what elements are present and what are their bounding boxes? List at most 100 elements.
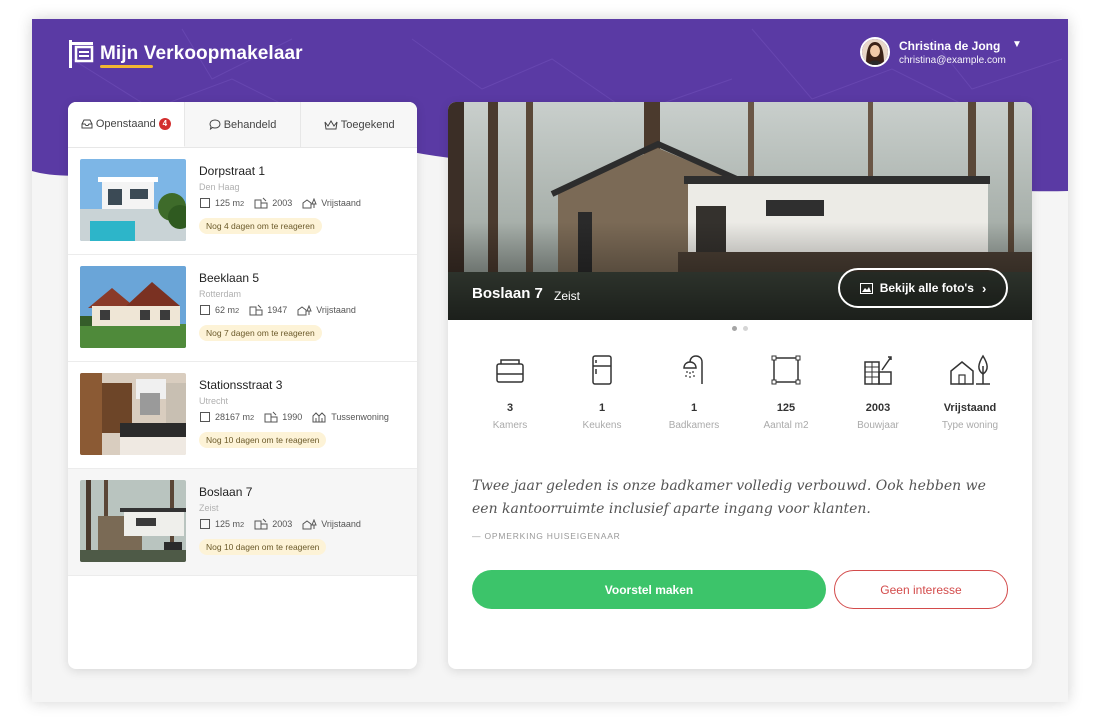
- listing-photo: [80, 159, 186, 241]
- listing-detail: Boslaan 7 Zeist Bekijk alle foto's › 3 K…: [448, 102, 1032, 669]
- list-item[interactable]: Stationsstraat 3 Utrecht 28167 m2 1990 T…: [68, 362, 417, 469]
- carousel-dot[interactable]: [732, 326, 737, 331]
- list-item[interactable]: Beeklaan 5 Rotterdam 62 m2 1947 Vrijstaa…: [68, 255, 417, 362]
- listing-type: Vrijstaand: [302, 518, 361, 530]
- year-value: 2003: [272, 519, 293, 529]
- tab-openstaand[interactable]: Openstaand 4: [68, 102, 185, 147]
- year-value: 2003: [272, 198, 293, 208]
- tab-behandeld[interactable]: Behandeld: [184, 102, 302, 147]
- area-unit: 2: [240, 519, 245, 529]
- listing-area: 125 m2: [199, 197, 244, 209]
- listing-city: Rotterdam: [199, 289, 242, 299]
- no-interest-button[interactable]: Geen interesse: [834, 570, 1008, 609]
- building-year-icon: [254, 197, 268, 209]
- feature-value: Vrijstaand: [943, 402, 997, 414]
- listing-title: Boslaan 7: [199, 485, 253, 499]
- listing-year: 2003: [254, 518, 292, 530]
- type-value: Vrijstaand: [321, 519, 361, 529]
- area-value: 62 m: [215, 305, 236, 315]
- deadline-badge: Nog 10 dagen om te reageren: [199, 432, 327, 448]
- caret-down-icon[interactable]: ▼: [1012, 39, 1022, 50]
- house-tree-icon: [924, 352, 1016, 388]
- tab-toegekend[interactable]: Toegekend: [301, 102, 417, 147]
- tab-label: Behandeld: [223, 118, 277, 131]
- listing-meta: 125 m2 2003 Vrijstaand: [199, 197, 371, 209]
- chevron-right-icon: ›: [981, 280, 987, 296]
- view-all-photos-label: Bekijk alle foto's: [879, 281, 974, 295]
- listing-area: 62 m2: [199, 304, 239, 316]
- make-proposal-button[interactable]: Voorstel maken: [472, 570, 826, 609]
- feature-label: Aantal m2: [763, 420, 809, 431]
- listing-type: Tussenwoning: [312, 411, 389, 423]
- area-icon: [200, 305, 210, 315]
- user-menu[interactable]: Christina de Jong christina@example.com …: [860, 37, 1022, 67]
- tab-label: Toegekend: [340, 118, 395, 131]
- building-year-icon: [254, 518, 268, 530]
- shower-icon: [648, 352, 740, 388]
- area-value: 28167 m: [215, 412, 251, 422]
- listing-type: Vrijstaand: [297, 304, 356, 316]
- area-unit: 2: [250, 412, 255, 422]
- avatar: [860, 37, 890, 67]
- fridge-icon: [556, 352, 648, 388]
- carousel-dot[interactable]: [743, 326, 748, 331]
- house-tree-icon: [297, 304, 312, 315]
- listing-type: Vrijstaand: [302, 197, 361, 209]
- feature-label: Badkamers: [668, 420, 720, 431]
- list-item[interactable]: Dorpstraat 1 Den Haag 125 m2 2003 Vrijst…: [68, 148, 417, 255]
- feature-keukens: 1 Keukens: [556, 352, 648, 431]
- sign-icon: [68, 39, 94, 69]
- listing-photo: [80, 266, 186, 348]
- listing-meta: 62 m2 1947 Vrijstaand: [199, 304, 366, 316]
- listing-title: Dorpstraat 1: [199, 164, 266, 178]
- area-icon: [200, 519, 210, 529]
- feature-label: Kamers: [492, 420, 528, 431]
- area-value: 125 m: [215, 198, 241, 208]
- user-name: Christina de Jong: [899, 38, 1001, 53]
- type-value: Vrijstaand: [316, 305, 356, 315]
- listing-meta: 125 m2 2003 Vrijstaand: [199, 518, 371, 530]
- inbox-icon: [81, 119, 93, 129]
- type-value: Tussenwoning: [331, 412, 389, 422]
- bed-icon: [464, 352, 556, 388]
- building-year-icon: [264, 411, 278, 423]
- listing-tabs: Openstaand 4 Behandeld Toegekend: [68, 102, 417, 148]
- feature-value: 2003: [865, 402, 891, 414]
- feature-oppervlakte: 125 Aantal m2: [740, 352, 832, 431]
- app-window: Mijn Verkoopmakelaar Christina de Jong c…: [32, 19, 1068, 702]
- tab-label: Openstaand: [95, 118, 156, 130]
- list-item[interactable]: Boslaan 7 Zeist 125 m2 2003 Vrijstaand N…: [68, 469, 417, 576]
- area-icon: [200, 412, 210, 422]
- detail-title: Boslaan 7: [472, 285, 543, 302]
- listings-panel: Openstaand 4 Behandeld Toegekend Dorpstr…: [68, 102, 417, 669]
- area-unit: 2: [235, 305, 240, 315]
- detail-city: Zeist: [554, 289, 581, 303]
- logo-underline: [100, 65, 153, 68]
- deadline-badge: Nog 4 dagen om te reageren: [199, 218, 322, 234]
- area-value: 125 m: [215, 519, 241, 529]
- listing-hero-photo[interactable]: Boslaan 7 Zeist Bekijk alle foto's ›: [448, 102, 1032, 320]
- row-houses-icon: [312, 411, 326, 422]
- listing-city: Zeist: [199, 503, 219, 513]
- deadline-badge: Nog 10 dagen om te reageren: [199, 539, 327, 555]
- building-year-icon: [249, 304, 263, 316]
- listing-city: Utrecht: [199, 396, 229, 406]
- feature-list: 3 Kamers 1 Keukens 1 Badkamers 125 Aanta…: [464, 352, 1016, 431]
- house-tree-icon: [302, 197, 317, 208]
- view-all-photos-button[interactable]: Bekijk alle foto's ›: [838, 268, 1008, 308]
- feature-bouwjaar: 2003 Bouwjaar: [832, 352, 924, 431]
- count-badge: 4: [158, 118, 171, 130]
- listing-photo: [80, 373, 186, 455]
- area-icon: [200, 198, 210, 208]
- listing-year: 2003: [254, 197, 292, 209]
- feature-label: Bouwjaar: [857, 420, 899, 431]
- owner-quote: Twee jaar geleden is onze badkamer volle…: [472, 478, 986, 517]
- image-icon: [859, 282, 873, 294]
- feature-value: 1: [690, 402, 698, 414]
- listing-title: Beeklaan 5: [199, 271, 260, 285]
- listing-area: 28167 m2: [199, 411, 254, 423]
- carousel-dots: [448, 326, 1032, 331]
- feature-value: 125: [776, 402, 796, 414]
- user-email: christina@example.com: [899, 54, 1006, 66]
- listing-year: 1947: [249, 304, 287, 316]
